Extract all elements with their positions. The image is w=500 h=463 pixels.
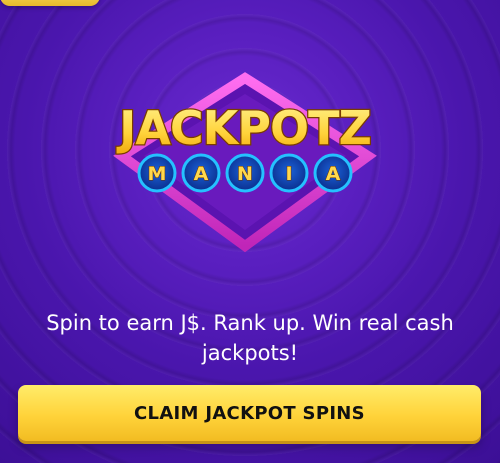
logo-chip-row: M A N I A: [137, 153, 353, 193]
tagline-text: Spin to earn J$. Rank up. Win real cash …: [46, 311, 454, 365]
jackpotz-mania-logo: JACKPOTZ M A N I A: [113, 72, 377, 253]
logo-chip-letter: A: [194, 163, 209, 185]
top-left-tab[interactable]: [0, 0, 100, 6]
logo-chip-letter: M: [148, 163, 167, 185]
cta-label: CLAIM JACKPOT SPINS: [134, 402, 365, 424]
logo-title: JACKPOTZ: [116, 101, 371, 155]
logo-chip-letter: I: [285, 163, 292, 185]
claim-jackpot-spins-button[interactable]: CLAIM JACKPOT SPINS: [18, 385, 481, 441]
logo-chip-letter: A: [326, 163, 341, 185]
logo-chip-letter: N: [237, 163, 253, 185]
